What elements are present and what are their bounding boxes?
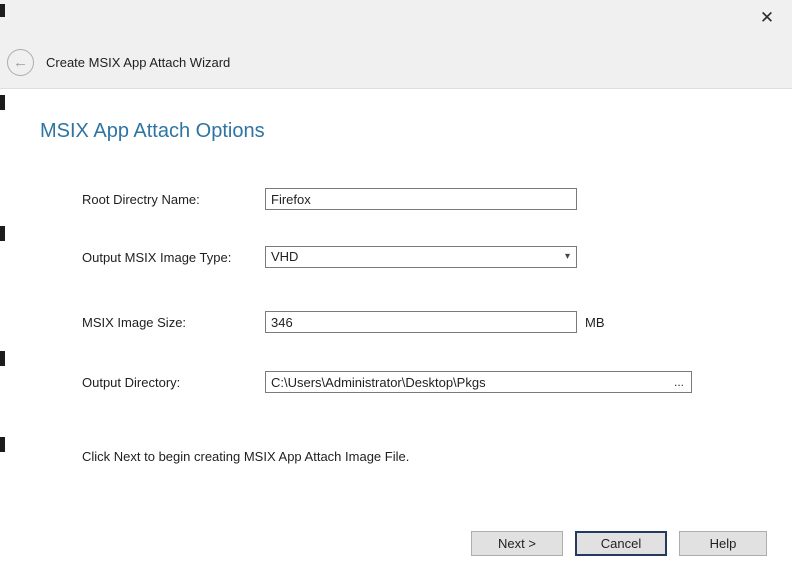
root-directory-input[interactable]: [265, 188, 577, 210]
chevron-down-icon: ▾: [565, 247, 570, 267]
close-icon[interactable]: ✕: [754, 6, 780, 30]
back-button[interactable]: ←: [7, 49, 34, 76]
screen-artifact: [0, 437, 5, 452]
wizard-header: [0, 0, 792, 89]
screen-artifact: [0, 351, 5, 366]
image-type-value: VHD: [271, 249, 298, 264]
image-size-input[interactable]: [265, 311, 577, 333]
next-instruction-text: Click Next to begin creating MSIX App At…: [82, 449, 409, 464]
output-directory-input[interactable]: [265, 371, 692, 393]
image-type-label: Output MSIX Image Type:: [82, 250, 231, 265]
screen-artifact: [0, 95, 5, 110]
root-directory-label: Root Directry Name:: [82, 192, 200, 207]
cancel-button[interactable]: Cancel: [575, 531, 667, 556]
back-arrow-icon: ←: [13, 54, 28, 71]
next-button[interactable]: Next >: [471, 531, 563, 556]
image-size-label: MSIX Image Size:: [82, 315, 186, 330]
image-size-unit: MB: [585, 315, 605, 330]
browse-button[interactable]: ...: [668, 373, 690, 391]
screen-artifact: [0, 4, 5, 17]
output-directory-label: Output Directory:: [82, 375, 180, 390]
screen-artifact: [0, 226, 5, 241]
wizard-title: Create MSIX App Attach Wizard: [46, 55, 230, 70]
image-type-dropdown[interactable]: VHD ▾: [265, 246, 577, 268]
help-button[interactable]: Help: [679, 531, 767, 556]
page-title: MSIX App Attach Options: [40, 120, 265, 143]
